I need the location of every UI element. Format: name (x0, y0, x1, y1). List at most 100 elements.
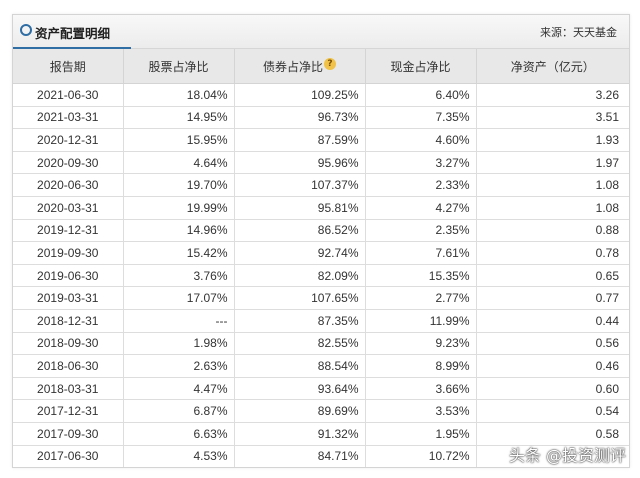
cell-net-assets: 1.97 (476, 151, 629, 175)
cell-net-assets: 0.56 (476, 332, 629, 356)
cell-bond-ratio: 91.32% (234, 422, 366, 446)
cell-report-period: 2020-03-31 (13, 196, 124, 220)
cell-net-assets: 0.44 (476, 309, 629, 333)
cell-cash-ratio: 3.27% (365, 151, 477, 175)
cell-bond-ratio: 82.55% (234, 332, 366, 356)
cell-net-assets: 0.88 (476, 219, 629, 243)
cell-bond-ratio: 93.64% (234, 377, 366, 401)
cell-stock-ratio: 4.64% (123, 151, 235, 175)
cell-stock-ratio: 1.98% (123, 332, 235, 356)
table-row: 2018-09-30 1.98% 82.55% 9.23% 0.56 (13, 332, 629, 356)
cell-net-assets: 0.46 (476, 354, 629, 378)
cell-stock-ratio: 3.76% (123, 264, 235, 288)
cell-stock-ratio: 4.47% (123, 377, 235, 401)
table-row: 2018-12-31 --- 87.35% 11.99% 0.44 (13, 309, 629, 333)
cell-stock-ratio: 19.70% (123, 173, 235, 197)
title-underline (13, 47, 131, 49)
cell-bond-ratio: 96.73% (234, 106, 366, 130)
cell-stock-ratio: 6.63% (123, 422, 235, 446)
cell-report-period: 2018-09-30 (13, 332, 124, 356)
cell-net-assets: 0.60 (476, 377, 629, 401)
cell-bond-ratio: 107.65% (234, 286, 366, 310)
cell-bond-ratio: 88.54% (234, 354, 366, 378)
asset-allocation-table: 报告期 股票占净比 债券占净比? 现金占净比 净资产（亿元） 2021-06-3… (13, 49, 629, 467)
cell-cash-ratio: 3.66% (365, 377, 477, 401)
cell-cash-ratio: 2.33% (365, 173, 477, 197)
cell-cash-ratio: 8.99% (365, 354, 477, 378)
table-row: 2021-03-31 14.95% 96.73% 7.35% 3.51 (13, 106, 629, 130)
cell-report-period: 2020-12-31 (13, 128, 124, 152)
cell-cash-ratio: 4.60% (365, 128, 477, 152)
cell-bond-ratio: 86.52% (234, 219, 366, 243)
circle-icon (20, 24, 32, 36)
cell-cash-ratio: 3.53% (365, 399, 477, 423)
cell-report-period: 2019-12-31 (13, 219, 124, 243)
cell-report-period: 2017-12-31 (13, 399, 124, 423)
table-header-row: 报告期 股票占净比 债券占净比? 现金占净比 净资产（亿元） (13, 49, 629, 84)
cell-report-period: 2020-09-30 (13, 151, 124, 175)
cell-report-period: 2019-06-30 (13, 264, 124, 288)
cell-cash-ratio: 7.35% (365, 106, 477, 130)
panel-header: 资产配置明细 来源：天天基金 (13, 15, 629, 49)
cell-net-assets: 3.26 (476, 83, 629, 107)
question-icon[interactable]: ? (324, 57, 336, 70)
asset-allocation-panel: 资产配置明细 来源：天天基金 报告期 股票占净比 债券占净比? 现金占净比 净资… (12, 14, 630, 468)
cell-report-period: 2017-09-30 (13, 422, 124, 446)
cell-bond-ratio: 109.25% (234, 83, 366, 107)
cell-stock-ratio: 2.63% (123, 354, 235, 378)
cell-net-assets: 0.65 (476, 264, 629, 288)
cell-bond-ratio: 87.59% (234, 128, 366, 152)
cell-bond-ratio: 82.09% (234, 264, 366, 288)
cell-cash-ratio: 9.23% (365, 332, 477, 356)
cell-bond-ratio: 95.96% (234, 151, 366, 175)
cell-report-period: 2019-03-31 (13, 286, 124, 310)
cell-report-period: 2021-06-30 (13, 83, 124, 107)
cell-cash-ratio: 6.40% (365, 83, 477, 107)
cell-stock-ratio: 18.04% (123, 83, 235, 107)
table-row: 2018-03-31 4.47% 93.64% 3.66% 0.60 (13, 377, 629, 401)
table-row: 2019-09-30 15.42% 92.74% 7.61% 0.78 (13, 241, 629, 265)
cell-bond-ratio: 95.81% (234, 196, 366, 220)
cell-stock-ratio: 14.95% (123, 106, 235, 130)
table-row: 2020-09-30 4.64% 95.96% 3.27% 1.97 (13, 151, 629, 175)
table-row: 2020-06-30 19.70% 107.37% 2.33% 1.08 (13, 173, 629, 197)
cell-bond-ratio: 87.35% (234, 309, 366, 333)
cell-report-period: 2018-03-31 (13, 377, 124, 401)
cell-cash-ratio: 2.77% (365, 286, 477, 310)
cell-cash-ratio: 11.99% (365, 309, 477, 333)
column-header-net-assets: 净资产（亿元） (476, 49, 629, 84)
cell-cash-ratio: 10.72% (365, 445, 477, 467)
cell-report-period: 2020-06-30 (13, 173, 124, 197)
cell-report-period: 2018-12-31 (13, 309, 124, 333)
cell-stock-ratio: 19.99% (123, 196, 235, 220)
panel-title: 资产配置明细 (35, 26, 111, 41)
cell-net-assets: 1.93 (476, 128, 629, 152)
table-row: 2020-03-31 19.99% 95.81% 4.27% 1.08 (13, 196, 629, 220)
table-row: 2019-06-30 3.76% 82.09% 15.35% 0.65 (13, 264, 629, 288)
table-row: 2021-06-30 18.04% 109.25% 6.40% 3.26 (13, 83, 629, 107)
cell-stock-ratio: 17.07% (123, 286, 235, 310)
cell-report-period: 2021-03-31 (13, 106, 124, 130)
cell-net-assets: 1.08 (476, 173, 629, 197)
table-row: 2019-12-31 14.96% 86.52% 2.35% 0.88 (13, 219, 629, 243)
table-row: 2019-03-31 17.07% 107.65% 2.77% 0.77 (13, 286, 629, 310)
cell-stock-ratio: --- (123, 309, 235, 333)
cell-bond-ratio: 92.74% (234, 241, 366, 265)
cell-bond-ratio: 89.69% (234, 399, 366, 423)
cell-bond-ratio: 84.71% (234, 445, 366, 467)
cell-net-assets: 0.78 (476, 241, 629, 265)
cell-report-period: 2017-06-30 (13, 445, 124, 467)
column-header-stock-ratio: 股票占净比 (123, 49, 235, 84)
cell-stock-ratio: 14.96% (123, 219, 235, 243)
cell-report-period: 2019-09-30 (13, 241, 124, 265)
column-header-bond-label: 债券占净比 (262, 59, 323, 74)
cell-net-assets: 1.08 (476, 196, 629, 220)
cell-stock-ratio: 15.95% (123, 128, 235, 152)
cell-report-period: 2018-06-30 (13, 354, 124, 378)
table-row: 2018-06-30 2.63% 88.54% 8.99% 0.46 (13, 354, 629, 378)
cell-cash-ratio: 7.61% (365, 241, 477, 265)
cell-net-assets: 0.54 (476, 399, 629, 423)
cell-stock-ratio: 6.87% (123, 399, 235, 423)
cell-cash-ratio: 15.35% (365, 264, 477, 288)
column-header-report-period: 报告期 (13, 49, 124, 84)
